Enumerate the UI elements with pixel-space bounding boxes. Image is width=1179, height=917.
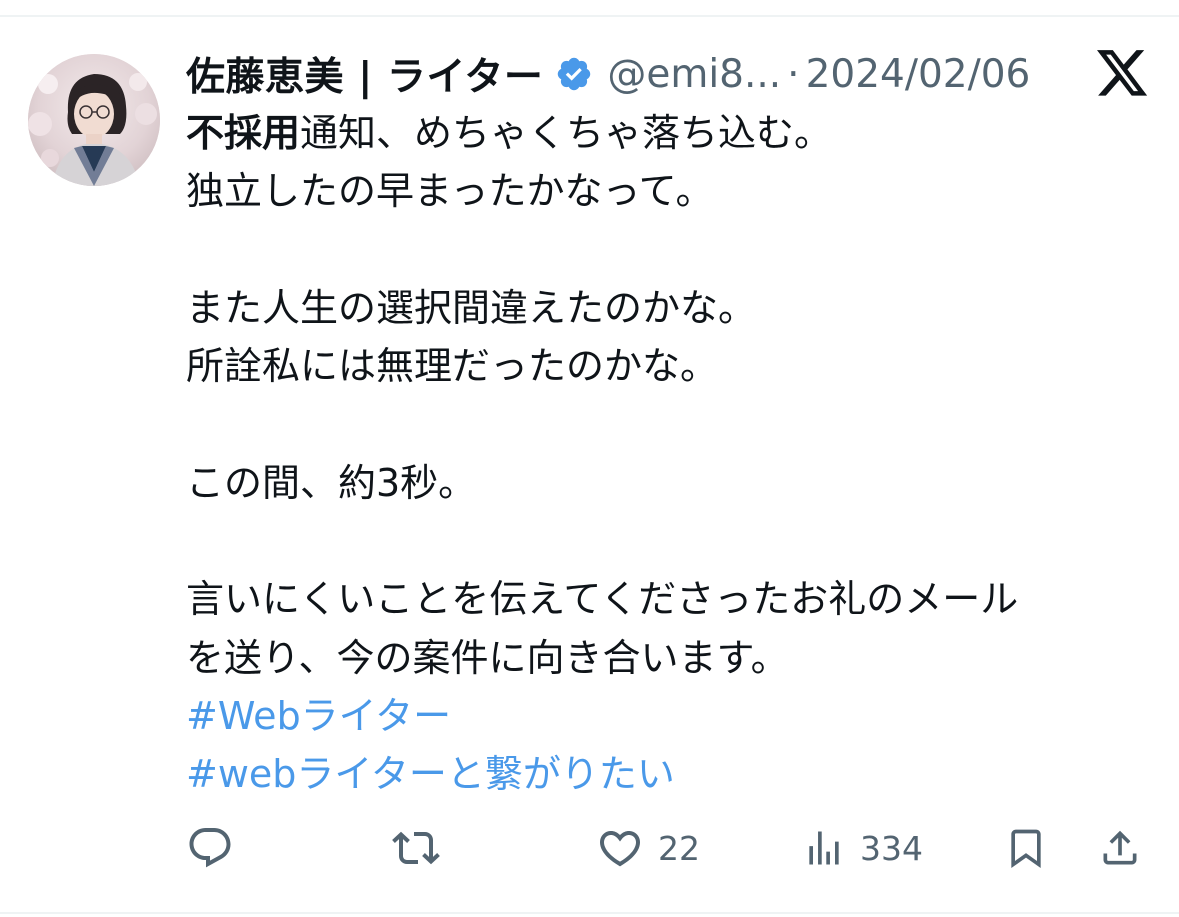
separator-dot: · (787, 51, 800, 97)
like-button[interactable]: 22 (596, 820, 700, 876)
avatar[interactable] (28, 54, 160, 186)
bookmark-icon (1004, 824, 1048, 872)
retweet-icon (390, 824, 442, 872)
bottom-divider (0, 912, 1179, 914)
verified-badge-icon (555, 55, 593, 93)
user-handle[interactable]: @emi8... (607, 52, 781, 97)
hashtag-link[interactable]: #Webライター (186, 687, 1146, 745)
tweet-line: また人生の選択間違えたのかな。 (186, 285, 757, 330)
x-logo-icon[interactable] (1097, 50, 1149, 98)
share-icon (1098, 824, 1142, 872)
tweet-line: を送り、今の案件に向き合います。 (186, 635, 789, 680)
tweet-text: 不採用通知、めちゃくちゃ落ち込む。 独立したの早まったかなって。 また人生の選択… (186, 104, 1146, 804)
reply-icon (186, 824, 234, 872)
bookmark-button[interactable] (1004, 820, 1048, 876)
views-icon (802, 826, 846, 870)
like-count: 22 (658, 828, 700, 868)
tweet-header: 佐藤恵美 | ライター @emi8... · 2024/02/06 (186, 46, 1066, 102)
display-name[interactable]: 佐藤恵美 | ライター (186, 46, 543, 102)
tweet-line: この間、約3秒。 (186, 460, 477, 505)
views-button[interactable]: 334 (802, 820, 923, 876)
tweet-date[interactable]: 2024/02/06 (806, 52, 1031, 97)
top-divider (0, 15, 1179, 17)
share-button[interactable] (1098, 820, 1142, 876)
action-bar: 22 334 (186, 820, 1146, 876)
reply-button[interactable] (186, 820, 234, 876)
tweet-line: 所詮私には無理だったのかな。 (186, 344, 719, 389)
retweet-button[interactable] (390, 820, 442, 876)
tweet-line: 言いにくいことを伝えてくださったお礼のメール (186, 577, 1019, 622)
hashtag-link[interactable]: #webライターと繋がりたい (186, 745, 1146, 803)
tweet-line: 独立したの早まったかなって。 (186, 169, 714, 214)
views-count: 334 (860, 828, 923, 868)
tweet-line: 不採用通知、めちゃくちゃ落ち込む。 (186, 111, 833, 155)
heart-icon (596, 824, 644, 872)
tweet-card: 佐藤恵美 | ライター @emi8... · 2024/02/06 不採用通知、… (0, 0, 1179, 917)
